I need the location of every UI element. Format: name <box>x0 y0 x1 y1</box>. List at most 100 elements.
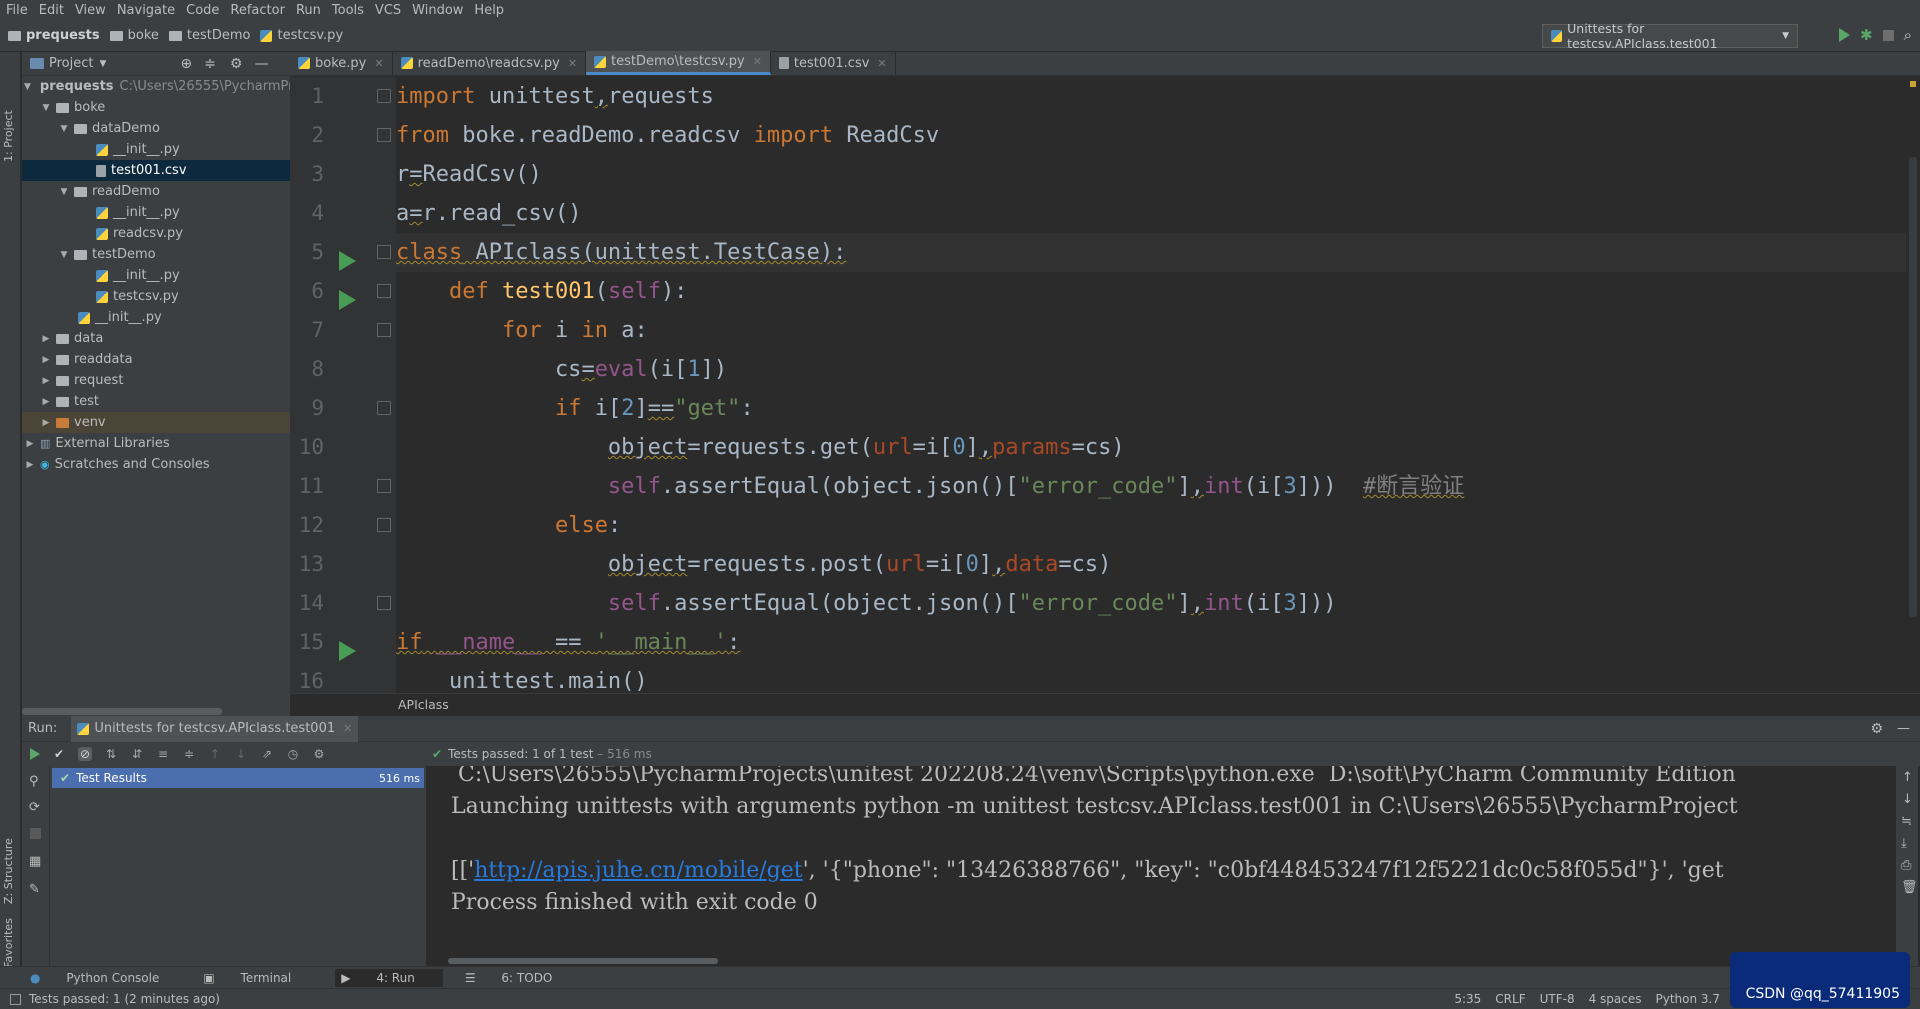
fold-marker-icon[interactable] <box>377 323 391 337</box>
tree-item-file[interactable]: __init__.py <box>22 139 290 160</box>
chevron-down-icon[interactable]: ▼ <box>24 82 31 92</box>
arrow-up-icon[interactable]: ↑ <box>1902 770 1913 785</box>
trash-icon[interactable]: 🗑 <box>1901 880 1918 895</box>
layout-icon[interactable]: ▦ <box>29 854 41 869</box>
locate-icon[interactable]: ⊕ <box>180 56 192 72</box>
soft-wrap-icon[interactable]: ≒ <box>1901 814 1912 829</box>
fold-marker-icon[interactable] <box>377 89 391 103</box>
chevron-right-icon[interactable]: ▶ <box>40 355 52 365</box>
run-gutter-icon[interactable] <box>339 641 356 661</box>
status-encoding[interactable]: UTF-8 <box>1540 992 1575 1006</box>
tool-tab-todo[interactable]: ☰ 6: TODO <box>465 971 575 985</box>
show-passed-icon[interactable]: ✔ <box>52 747 66 761</box>
run-tab[interactable]: Unittests for testcsv.APIclass.test001 ✕ <box>71 715 359 742</box>
chevron-right-icon[interactable]: ▶ <box>24 460 36 470</box>
show-ignored-icon[interactable]: ⊘ <box>78 747 92 761</box>
status-message[interactable]: Tests passed: 1 (2 minutes ago) <box>29 992 220 1006</box>
arrow-down-icon[interactable]: ↓ <box>234 747 248 761</box>
hide-icon[interactable]: — <box>1897 721 1910 736</box>
close-icon[interactable]: ✕ <box>374 57 383 70</box>
tool-tab-project[interactable]: 1: Project <box>2 110 15 162</box>
gear-icon[interactable]: ⚙ <box>1870 721 1883 737</box>
close-icon[interactable]: ✕ <box>343 722 352 735</box>
fold-marker-icon[interactable] <box>377 401 391 415</box>
arrow-down-icon[interactable]: ↓ <box>1902 792 1913 807</box>
test-results-row[interactable]: ✔ Test Results 516 ms <box>52 768 424 788</box>
menu-edit[interactable]: Edit <box>39 3 64 18</box>
project-horizontal-scrollbar[interactable] <box>22 708 222 715</box>
tree-item-readdata[interactable]: ▶ readdata <box>22 349 290 370</box>
pin-tab-icon[interactable]: ✎ <box>29 882 40 897</box>
status-interpreter[interactable]: Python 3.7 <box>1656 992 1721 1006</box>
tree-item-file[interactable]: __init__.py <box>22 202 290 223</box>
breadcrumb-boke[interactable]: boke <box>109 28 159 43</box>
console-link[interactable]: http://apis.juhe.cn/mobile/get <box>474 858 802 883</box>
tree-item-data[interactable]: ▶ data <box>22 328 290 349</box>
tab-readcsv-py[interactable]: readDemo\readcsv.py ✕ <box>393 51 587 75</box>
console-output[interactable]: C:\Users\26555\PycharmProjects\unitest 2… <box>426 766 1896 966</box>
run-gutter-icon[interactable] <box>339 251 356 271</box>
menu-view[interactable]: View <box>75 3 106 18</box>
tree-item-datademo[interactable]: ▼ dataDemo <box>22 118 290 139</box>
status-indent[interactable]: 4 spaces <box>1589 992 1642 1006</box>
rerun-icon[interactable] <box>30 748 40 760</box>
chevron-right-icon[interactable]: ▶ <box>40 397 52 407</box>
rerun-failed-icon[interactable]: ⟳ <box>29 800 40 815</box>
tree-item-external-libraries[interactable]: ▶ ▥ External Libraries <box>22 433 290 454</box>
arrow-up-icon[interactable]: ↑ <box>208 747 222 761</box>
warning-marker-icon[interactable] <box>1910 81 1916 87</box>
debug-icon[interactable]: ✱ <box>1860 26 1873 44</box>
tool-tab-terminal[interactable]: ▣ Terminal <box>203 971 313 985</box>
tree-item-file[interactable]: __init__.py <box>22 265 290 286</box>
tool-windows-icon[interactable] <box>10 993 21 1005</box>
expand-all-icon[interactable]: ≡ <box>156 747 170 761</box>
breadcrumb-project[interactable]: prequests <box>8 28 100 43</box>
hide-icon[interactable]: — <box>254 56 268 72</box>
breadcrumb-testdemo[interactable]: testDemo <box>168 28 250 43</box>
chevron-down-icon[interactable]: ▼ <box>58 124 70 134</box>
tree-item-readdemo[interactable]: ▼ readDemo <box>22 181 290 202</box>
pin-icon[interactable]: ⚲ <box>29 774 39 789</box>
tree-item-test001-csv[interactable]: test001.csv <box>22 160 290 181</box>
menu-run[interactable]: Run <box>296 3 321 18</box>
editor-scroll-thumb[interactable] <box>1909 157 1917 617</box>
tree-item-root[interactable]: ▼ prequests C:\Users\26555\PycharmPro <box>22 76 301 97</box>
tree-item-file[interactable]: __init__.py <box>22 307 290 328</box>
close-icon[interactable]: ✕ <box>753 55 762 68</box>
tool-tab-python-console[interactable]: ● Python Console <box>30 971 181 985</box>
fold-marker-icon[interactable] <box>377 596 391 610</box>
tree-item-test[interactable]: ▶ test <box>22 391 290 412</box>
menu-code[interactable]: Code <box>186 3 219 18</box>
close-icon[interactable]: ✕ <box>568 57 577 70</box>
console-horizontal-scrollbar[interactable] <box>448 958 718 964</box>
menu-navigate[interactable]: Navigate <box>117 3 175 18</box>
chevron-right-icon[interactable]: ▶ <box>24 439 36 449</box>
tool-tab-structure[interactable]: Z: Structure <box>2 838 15 904</box>
tool-tab-run[interactable]: ▶ 4: Run <box>335 968 443 987</box>
history-icon[interactable]: ◷ <box>286 747 300 761</box>
tree-item-boke[interactable]: ▼ boke <box>22 97 290 118</box>
tree-item-request[interactable]: ▶ request <box>22 370 290 391</box>
project-view-select[interactable]: Project <box>49 56 93 71</box>
print-icon[interactable]: ⎙ <box>1901 858 1911 873</box>
code-editor[interactable]: import unittest,requests from boke.readD… <box>396 77 1906 693</box>
status-caret-position[interactable]: 5:35 <box>1454 992 1481 1006</box>
sort-alpha-icon[interactable]: ⇅ <box>104 747 118 761</box>
fold-marker-icon[interactable] <box>377 245 391 259</box>
menu-window[interactable]: Window <box>412 3 463 18</box>
stop-icon[interactable] <box>30 828 41 839</box>
run-gutter-icon[interactable] <box>339 290 356 310</box>
tree-item-testdemo[interactable]: ▼ testDemo <box>22 244 290 265</box>
chevron-down-icon[interactable]: ▼ <box>99 59 106 69</box>
gear-icon[interactable]: ⚙ <box>312 747 326 761</box>
fold-marker-icon[interactable] <box>377 479 391 493</box>
chevron-right-icon[interactable]: ▶ <box>40 418 52 428</box>
chevron-down-icon[interactable]: ▼ <box>58 250 70 260</box>
tree-item-scratches[interactable]: ▶ ◉ Scratches and Consoles <box>22 454 290 475</box>
chevron-down-icon[interactable]: ▼ <box>40 103 52 113</box>
chevron-down-icon[interactable]: ▼ <box>58 187 70 197</box>
tree-item-file[interactable]: testcsv.py <box>22 286 290 307</box>
fold-marker-icon[interactable] <box>377 518 391 532</box>
chevron-right-icon[interactable]: ▶ <box>40 376 52 386</box>
scroll-end-icon[interactable]: ⤓ <box>1901 836 1907 851</box>
